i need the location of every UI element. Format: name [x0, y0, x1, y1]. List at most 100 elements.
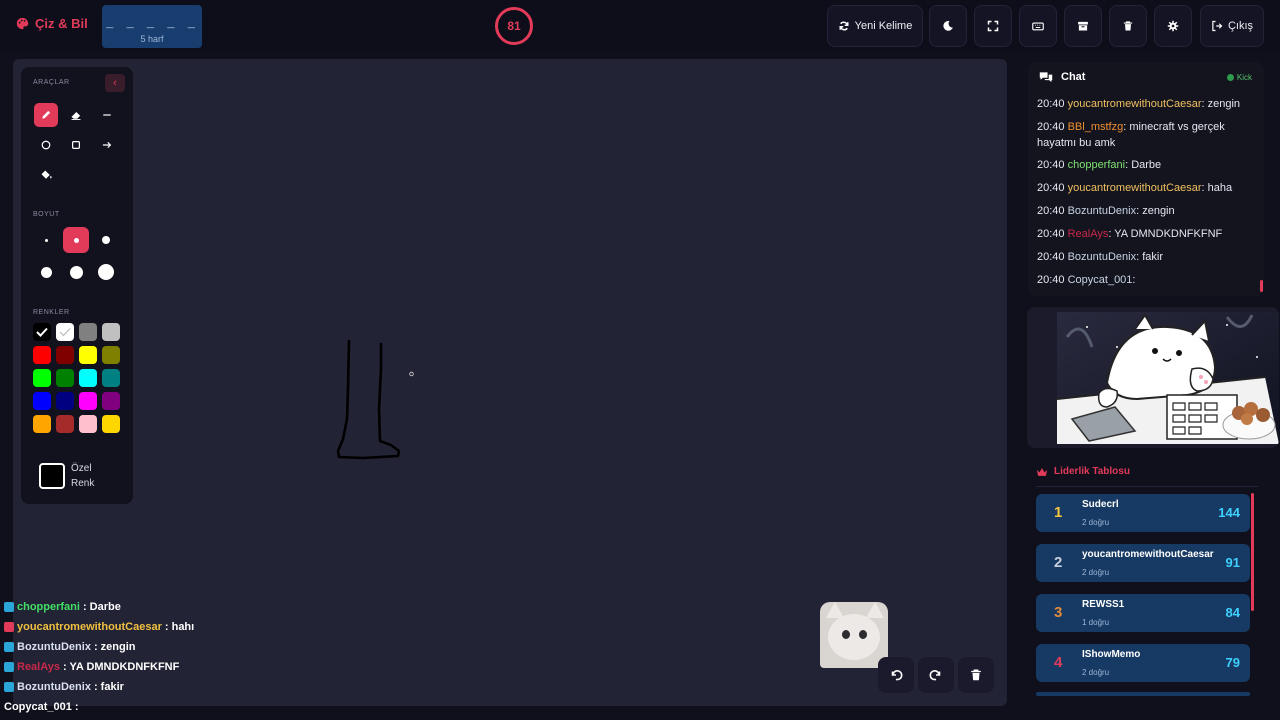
color-swatch[interactable]: [33, 392, 51, 410]
size-xxl-button[interactable]: [93, 259, 119, 285]
chat-text: : YA DMNDKDNFKFNF: [1108, 228, 1223, 240]
chat-text: : minecraft vs gerçek hayatmı bu amk: [1037, 121, 1225, 149]
color-swatch[interactable]: [56, 346, 74, 364]
undo-button[interactable]: [878, 657, 914, 693]
size-xs-button[interactable]: [33, 227, 59, 253]
keyboard-button[interactable]: [1019, 5, 1057, 47]
settings-button[interactable]: [1154, 5, 1192, 47]
size-dot: [69, 265, 83, 279]
overlay-chat-line: BozuntuDenix: fakir: [4, 681, 124, 693]
leaderboard-correct-count: 2 doğru: [1082, 668, 1110, 677]
palette-icon: [16, 17, 29, 30]
chat-username[interactable]: BozuntuDenix: [1068, 251, 1137, 263]
chat-username[interactable]: BozuntuDenix: [1068, 205, 1137, 217]
size-xl-button[interactable]: [63, 259, 89, 285]
color-swatch[interactable]: [33, 346, 51, 364]
chat-message: 20:40 BozuntuDenix: zengin: [1037, 203, 1247, 219]
chat-timestamp: 20:40: [1037, 121, 1065, 133]
color-swatch[interactable]: [56, 323, 74, 341]
chat-text: : fakir: [1136, 251, 1163, 263]
leaderboard-title: Liderlik Tablosu: [1054, 466, 1130, 477]
trash-icon: [1123, 21, 1133, 31]
line-tool[interactable]: [95, 103, 119, 127]
color-swatch[interactable]: [102, 392, 120, 410]
chat-message: 20:40 Copycat_001:: [1037, 272, 1247, 288]
leaderboard-scrollbar[interactable]: [1251, 493, 1254, 611]
custom-color-label-line1: Özel: [71, 463, 92, 474]
chat-username[interactable]: youcantromewithoutCaesar: [1068, 98, 1202, 110]
fill-tool[interactable]: [34, 163, 58, 187]
chat-text: : Darbe: [1125, 159, 1162, 171]
pencil-tool[interactable]: [34, 103, 58, 127]
gear-icon: [1167, 20, 1179, 32]
eraser-icon: [71, 112, 81, 120]
chat-username[interactable]: RealAys: [1068, 228, 1109, 240]
cat-ear: [866, 602, 884, 618]
arrow-right-icon: [102, 141, 112, 149]
circle-tool[interactable]: [34, 133, 58, 157]
size-m-button[interactable]: [93, 227, 119, 253]
overlay-chat-text: :: [74, 701, 79, 713]
keyboard-icon: [1032, 22, 1044, 31]
leaderboard-correct-count: 2 doğru: [1082, 518, 1110, 527]
color-swatch[interactable]: [79, 346, 97, 364]
color-swatch[interactable]: [56, 415, 74, 433]
overlay-chat-user: Copycat_001: [4, 701, 72, 713]
leaderboard-player-name: REWSS1: [1082, 599, 1125, 610]
leaderboard-row: 1 Sudecrl 2 doğru 144: [1036, 494, 1250, 532]
color-swatch[interactable]: [33, 323, 51, 341]
color-swatch[interactable]: [102, 369, 120, 387]
clear-button[interactable]: [1109, 5, 1147, 47]
fullscreen-icon: [987, 20, 999, 32]
new-word-button[interactable]: Yeni Kelime: [827, 5, 923, 47]
size-l-button[interactable]: [33, 259, 59, 285]
leaderboard-player-name: youcantromewithoutCaesar: [1082, 549, 1214, 560]
trash-icon: [971, 669, 981, 681]
chat-text: :: [1132, 274, 1136, 286]
color-swatch[interactable]: [33, 415, 51, 433]
overlay-chat-text: : Darbe: [82, 601, 121, 613]
color-swatch[interactable]: [79, 415, 97, 433]
color-swatch[interactable]: [102, 323, 120, 341]
custom-color-button[interactable]: Özel Renk: [39, 455, 119, 497]
color-swatch[interactable]: [79, 392, 97, 410]
size-s-button[interactable]: [63, 227, 89, 253]
overlay-chat-line: RealAys: YA DMNDKDNFKFNF: [4, 661, 179, 673]
color-swatch[interactable]: [33, 369, 51, 387]
top-bar: Çiz & Bil _ _ _ _ _ 5 harf 81 Yeni Kelim…: [0, 0, 1280, 52]
circle-icon: [41, 140, 51, 150]
color-swatch[interactable]: [102, 415, 120, 433]
leaderboard-header: Liderlik Tablosu: [1036, 466, 1130, 477]
chat-username[interactable]: Copycat_001: [1068, 274, 1133, 286]
color-swatch[interactable]: [102, 346, 120, 364]
app-brand[interactable]: Çiz & Bil: [16, 16, 88, 31]
rectangle-tool[interactable]: [64, 133, 88, 157]
theme-toggle-button[interactable]: [929, 5, 967, 47]
color-swatch[interactable]: [56, 392, 74, 410]
color-swatch[interactable]: [79, 323, 97, 341]
exit-button[interactable]: Çıkış: [1200, 5, 1264, 47]
color-swatch[interactable]: [56, 369, 74, 387]
color-swatch[interactable]: [79, 369, 97, 387]
eraser-tool[interactable]: [64, 103, 88, 127]
chat-scrollbar[interactable]: [1260, 280, 1263, 292]
fullscreen-button[interactable]: [974, 5, 1012, 47]
chat-username[interactable]: youcantromewithoutCaesar: [1068, 182, 1202, 194]
redo-icon: [929, 670, 941, 681]
clear-canvas-button[interactable]: [958, 657, 994, 693]
user-badge-icon: [4, 642, 14, 652]
streamer-webcam: [1027, 307, 1279, 448]
overlay-chat-text: : zengin: [93, 641, 136, 653]
collapse-panel-button[interactable]: ‹: [105, 74, 125, 92]
kick-label: Kick: [1236, 73, 1252, 82]
leaderboard-row: 4 IShowMemo 2 doğru 79: [1036, 644, 1250, 682]
sign-out-icon: [1212, 20, 1223, 32]
redo-button[interactable]: [918, 657, 954, 693]
archive-button[interactable]: [1064, 5, 1102, 47]
chat-timestamp: 20:40: [1037, 182, 1065, 194]
word-blanks: _ _ _ _ _: [106, 17, 198, 31]
chat-username[interactable]: BBl_mstfzg: [1068, 121, 1124, 133]
user-badge-icon: [4, 602, 14, 612]
arrow-tool[interactable]: [95, 133, 119, 157]
chat-username[interactable]: chopperfani: [1068, 159, 1126, 171]
